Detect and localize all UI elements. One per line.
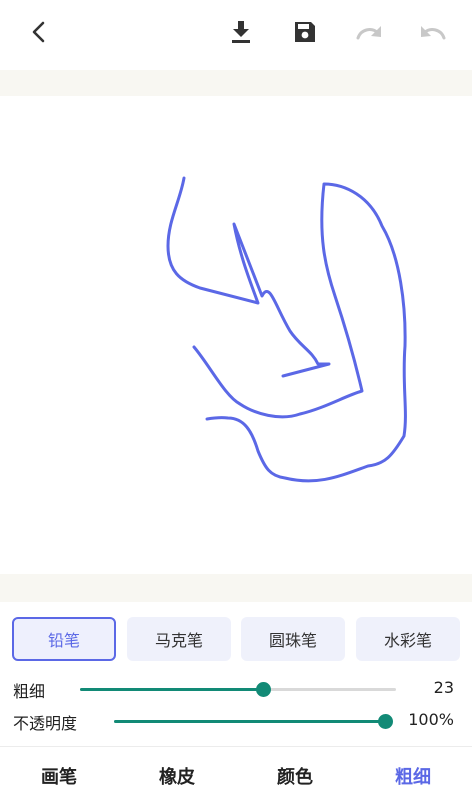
canvas-top-band <box>0 70 472 96</box>
thickness-label: 粗细 <box>13 682 46 701</box>
opacity-slider-fill <box>114 720 385 723</box>
opacity-slider-thumb[interactable] <box>378 714 393 729</box>
bottom-tab-bar: 画笔 橡皮 颜色 粗细 <box>0 747 472 805</box>
brush-selector: 铅笔 马克笔 圆珠笔 水彩笔 <box>0 617 472 663</box>
stroke <box>192 182 407 483</box>
thickness-slider-thumb[interactable] <box>256 682 272 697</box>
brush-marker-button[interactable]: 马克笔 <box>127 617 231 661</box>
drawing-canvas[interactable] <box>0 96 472 574</box>
thickness-slider-row: 粗细 23 <box>0 676 472 702</box>
thickness-slider-fill <box>80 688 264 691</box>
thickness-slider[interactable] <box>80 682 396 697</box>
redo-icon[interactable] <box>354 17 384 47</box>
opacity-value: 100% <box>408 710 454 729</box>
brush-ballpoint-button[interactable]: 圆珠笔 <box>241 617 345 661</box>
tab-eraser[interactable]: 橡皮 <box>118 747 236 805</box>
save-icon[interactable] <box>290 17 320 47</box>
opacity-slider-row: 不透明度 100% <box>0 708 472 734</box>
opacity-label: 不透明度 <box>13 714 78 733</box>
tab-brush[interactable]: 画笔 <box>0 747 118 805</box>
top-toolbar <box>0 0 472 70</box>
brush-pencil-button[interactable]: 铅笔 <box>12 617 116 661</box>
tab-thickness[interactable]: 粗细 <box>354 747 472 805</box>
brush-watercolor-button[interactable]: 水彩笔 <box>356 617 460 661</box>
tab-color[interactable]: 颜色 <box>236 747 354 805</box>
canvas-bottom-band <box>0 574 472 602</box>
stroke <box>166 176 331 378</box>
drawing-strokes <box>166 176 407 483</box>
download-icon[interactable] <box>226 17 256 47</box>
undo-icon[interactable] <box>418 17 448 47</box>
opacity-slider[interactable] <box>114 714 393 729</box>
thickness-value: 23 <box>433 678 454 697</box>
chevron-left-icon[interactable] <box>24 17 54 47</box>
